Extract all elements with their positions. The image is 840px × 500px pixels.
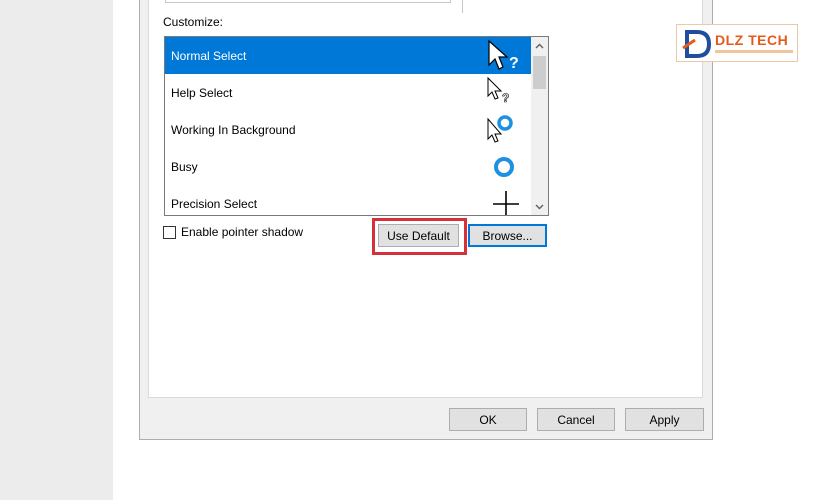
dlz-tech-logo: DLZ TECH [676, 24, 798, 62]
list-item-label: Normal Select [171, 48, 247, 63]
apply-button[interactable]: Apply [625, 408, 704, 431]
small-arrow-question-cursor-icon: ? [487, 76, 510, 105]
pointer-shadow-checkbox[interactable] [163, 225, 176, 239]
list-item-precision-select[interactable]: Precision Select [165, 185, 531, 215]
list-item-working-in-background[interactable]: Working In Background [165, 111, 531, 148]
list-item-help-select[interactable]: Help Select ? [165, 74, 531, 111]
pointer-shadow-option[interactable]: Enable pointer shadow [163, 224, 303, 240]
list-item-label: Help Select [171, 85, 233, 100]
ok-button[interactable]: OK [449, 408, 527, 431]
cancel-button[interactable]: Cancel [537, 408, 615, 431]
arrow-question-cursor-icon: ? [488, 39, 519, 72]
svg-text:?: ? [502, 91, 509, 105]
browse-button[interactable]: Browse... [468, 224, 547, 247]
background-strip [0, 0, 113, 500]
pointer-shadow-label: Enable pointer shadow [181, 225, 304, 239]
cursor-listbox[interactable]: Normal Select ? Help Select ? Working In… [164, 36, 549, 216]
chevron-up-icon [535, 43, 544, 48]
logo-text: DLZ TECH [715, 32, 789, 48]
arrow-busy-ring-cursor-icon [487, 115, 513, 143]
list-item-label: Precision Select [171, 196, 258, 211]
logo-mark-icon [682, 30, 712, 58]
chevron-down-icon [535, 204, 544, 209]
scroll-up-button[interactable] [531, 37, 548, 54]
logo-tagline-bar [715, 50, 793, 53]
list-item-label: Working In Background [171, 122, 296, 137]
customize-label: Customize: [163, 15, 224, 29]
list-item-normal-select[interactable]: Normal Select ? [165, 37, 531, 74]
use-default-button[interactable]: Use Default [378, 224, 459, 247]
scroll-down-button[interactable] [531, 198, 548, 215]
scroll-thumb[interactable] [533, 56, 546, 89]
list-item-label: Busy [171, 159, 198, 174]
svg-text:?: ? [509, 55, 519, 72]
list-item-busy[interactable]: Busy [165, 148, 531, 185]
list-scrollbar[interactable] [531, 37, 548, 215]
scheme-dropdown-partial[interactable] [165, 0, 451, 3]
divider [462, 0, 463, 13]
crosshair-cursor-icon [493, 191, 519, 215]
busy-ring-cursor-icon [494, 157, 514, 177]
